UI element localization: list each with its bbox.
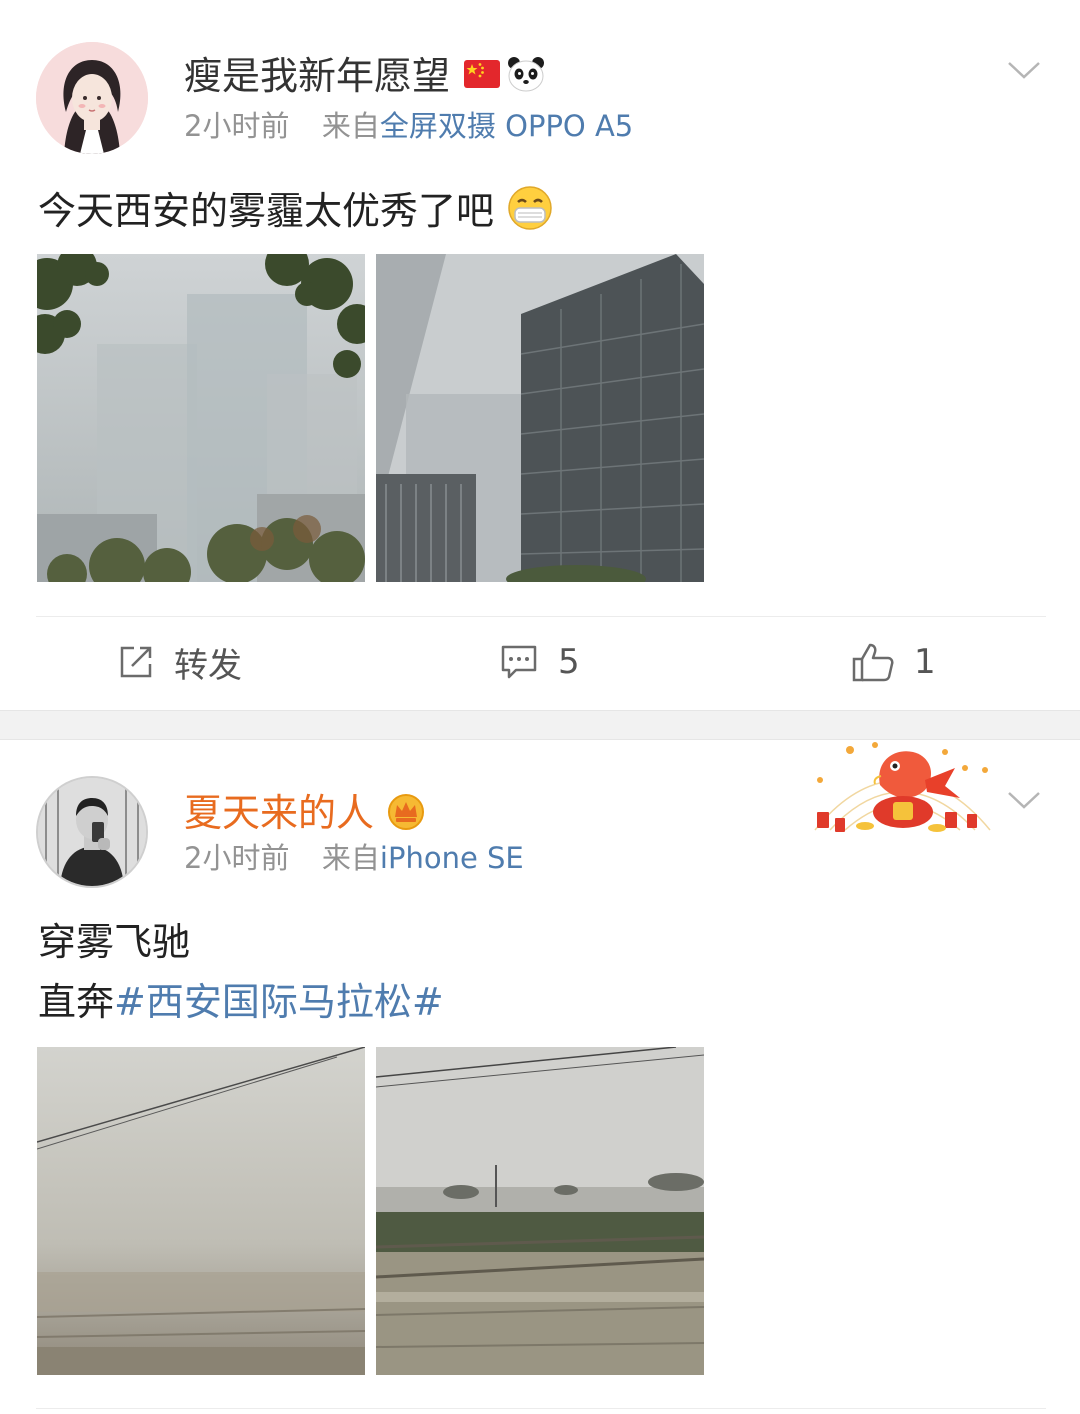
user-avatar[interactable]	[36, 776, 148, 888]
post-image-2[interactable]	[376, 254, 704, 582]
comment-icon	[501, 645, 537, 679]
panda-emoji	[506, 55, 546, 97]
post-text-content: 直奔	[38, 980, 115, 1024]
username[interactable]: 瘦是我新年愿望	[184, 53, 450, 99]
post-time: 2小时前	[184, 841, 290, 875]
repost-label: 转发	[174, 645, 242, 686]
post-text-line-1: 穿雾飞驰	[38, 917, 190, 967]
post-separator	[36, 616, 1046, 617]
share-icon	[120, 646, 152, 678]
source-prefix: 来自	[321, 109, 380, 143]
thumbs-up-icon	[852, 643, 894, 682]
source-link[interactable]: iPhone SE	[380, 841, 524, 875]
china-flag-emoji	[463, 55, 501, 97]
comment-count: 5	[558, 642, 580, 682]
new-year-koi-fish-card	[814, 742, 991, 832]
post-image-1[interactable]	[37, 1047, 365, 1375]
user-avatar[interactable]	[36, 42, 148, 154]
repost-button[interactable]: 转发	[118, 640, 242, 686]
username[interactable]: 夏天来的人	[184, 790, 374, 836]
mask-face-emoji	[508, 186, 552, 230]
chevron-down-icon[interactable]	[1006, 58, 1042, 82]
like-count: 1	[914, 642, 936, 682]
source-prefix: 来自	[321, 841, 380, 875]
post-image-1[interactable]	[37, 254, 365, 582]
topic-hashtag-link[interactable]: #西安国际马拉松#	[114, 980, 444, 1024]
post-meta: 2小时前 来自全屏双摄 OPPO A5	[184, 108, 633, 144]
comment-button[interactable]: 5	[500, 640, 580, 684]
post-text-content: 今天西安的雾霾太优秀了吧	[38, 189, 495, 233]
weibo-post-1: 瘦是我新年愿望 2小时前 来自全屏双摄 OPPO A5 今天西安的雾霾太优秀了吧…	[0, 0, 1080, 710]
post-text: 今天西安的雾霾太优秀了吧	[38, 184, 554, 236]
feed-divider	[0, 710, 1080, 740]
weibo-post-2: 夏天来的人 2小时前 来自iPhone SE 穿雾飞驰 直奔#西安国际马拉松#	[0, 740, 1080, 1414]
chevron-down-icon[interactable]	[1006, 788, 1042, 812]
source-link[interactable]: 全屏双摄 OPPO A5	[380, 109, 633, 143]
post-image-2[interactable]	[376, 1047, 704, 1375]
post-separator	[36, 1408, 1046, 1409]
like-button[interactable]: 1	[852, 640, 936, 684]
username-text: 瘦是我新年愿望	[184, 54, 451, 98]
vip-crown-badge	[386, 792, 426, 834]
username-text: 夏天来的人	[184, 791, 375, 835]
post-text-line-2: 直奔#西安国际马拉松#	[38, 977, 444, 1027]
post-time: 2小时前	[184, 109, 290, 143]
post-text-content: 穿雾飞驰	[38, 920, 191, 964]
post-meta: 2小时前 来自iPhone SE	[184, 840, 524, 876]
